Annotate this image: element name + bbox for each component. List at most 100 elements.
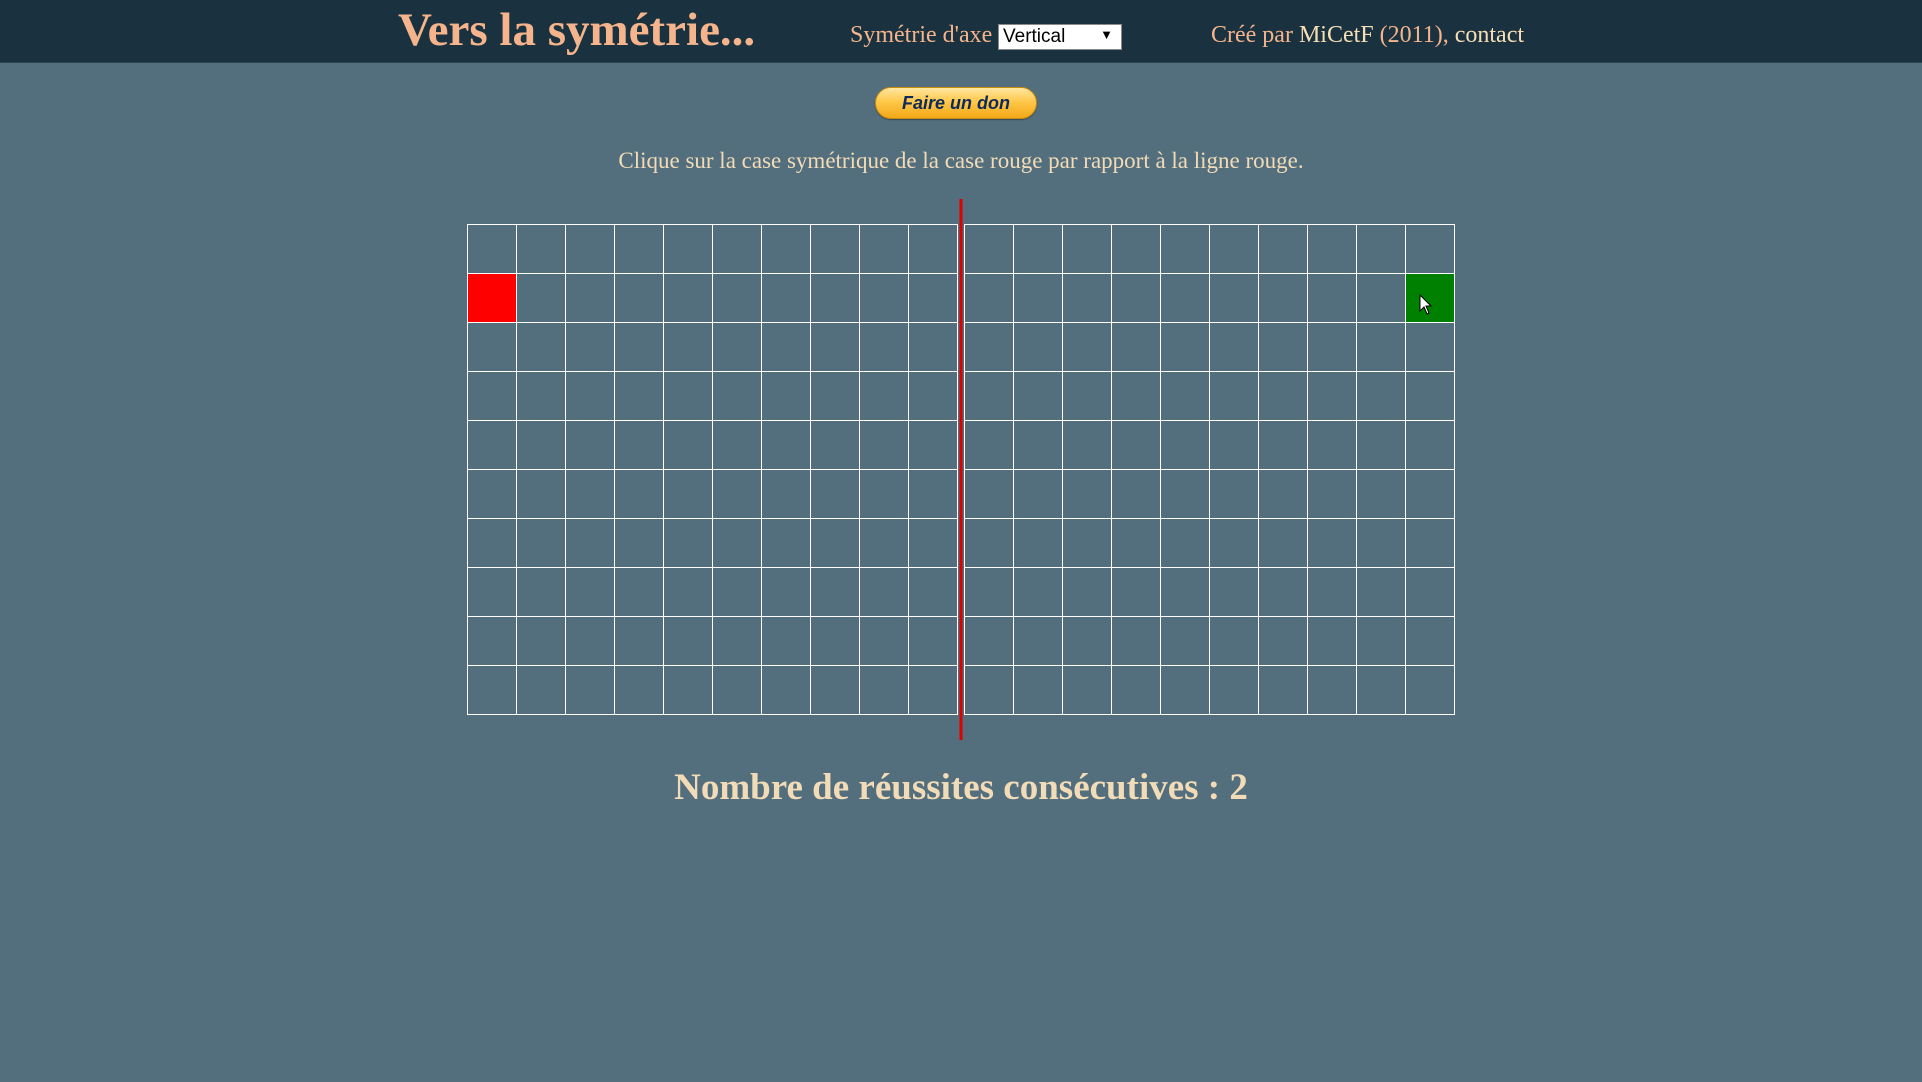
grid-cell[interactable] [908, 420, 958, 470]
grid-cell[interactable] [516, 616, 566, 666]
grid-cell[interactable] [565, 665, 615, 715]
grid-cell[interactable] [908, 224, 958, 274]
grid-cell[interactable] [964, 371, 1014, 421]
grid-cell[interactable] [1062, 322, 1112, 372]
grid-cell[interactable] [1111, 322, 1161, 372]
grid-cell[interactable] [1258, 518, 1308, 568]
grid-cell[interactable] [810, 616, 860, 666]
grid-cell[interactable] [467, 420, 517, 470]
grid-cell[interactable] [614, 420, 664, 470]
grid-cell[interactable] [1160, 469, 1210, 519]
grid-cell[interactable] [908, 273, 958, 323]
grid-cell[interactable] [1160, 616, 1210, 666]
grid-cell[interactable] [908, 322, 958, 372]
grid-cell[interactable] [1356, 469, 1406, 519]
grid-cell[interactable] [761, 567, 811, 617]
grid-cell[interactable] [1013, 224, 1063, 274]
grid-cell[interactable] [1405, 518, 1455, 568]
grid-cell[interactable] [810, 469, 860, 519]
grid-cell[interactable] [663, 420, 713, 470]
grid-cell[interactable] [614, 371, 664, 421]
grid-cell[interactable] [663, 665, 713, 715]
grid-cell[interactable] [1160, 224, 1210, 274]
grid-cell[interactable] [1013, 616, 1063, 666]
grid-cell[interactable] [810, 224, 860, 274]
grid-cell[interactable] [1160, 665, 1210, 715]
grid-cell[interactable] [859, 469, 909, 519]
grid-cell[interactable] [859, 616, 909, 666]
grid-cell[interactable] [1209, 665, 1259, 715]
grid-cell[interactable] [1013, 567, 1063, 617]
grid-cell[interactable] [467, 665, 517, 715]
grid-cell[interactable] [565, 567, 615, 617]
grid-cell[interactable] [1111, 224, 1161, 274]
grid-cell[interactable] [565, 616, 615, 666]
grid-cell[interactable] [908, 616, 958, 666]
grid-cell[interactable] [712, 567, 762, 617]
grid-cell[interactable] [1356, 273, 1406, 323]
grid-cell[interactable] [712, 371, 762, 421]
grid-cell[interactable] [1356, 371, 1406, 421]
grid-cell[interactable] [565, 273, 615, 323]
grid-cell[interactable] [565, 224, 615, 274]
grid-cell[interactable] [1356, 518, 1406, 568]
grid-cell[interactable] [859, 665, 909, 715]
grid-cell[interactable] [1013, 273, 1063, 323]
grid-cell[interactable] [1307, 665, 1357, 715]
grid-cell[interactable] [663, 371, 713, 421]
grid-cell[interactable] [1209, 567, 1259, 617]
grid-cell[interactable] [1111, 273, 1161, 323]
grid-cell[interactable] [1013, 420, 1063, 470]
grid-cell[interactable] [964, 518, 1014, 568]
grid-cell[interactable] [1307, 371, 1357, 421]
grid-cell[interactable] [1356, 322, 1406, 372]
grid-cell[interactable] [1209, 273, 1259, 323]
grid-cell[interactable] [761, 273, 811, 323]
grid-cell[interactable] [1258, 469, 1308, 519]
grid-cell[interactable] [516, 371, 566, 421]
grid-cell[interactable] [810, 567, 860, 617]
grid-cell[interactable] [1013, 322, 1063, 372]
grid-cell[interactable] [1258, 224, 1308, 274]
grid-cell[interactable] [663, 273, 713, 323]
grid-cell[interactable] [614, 518, 664, 568]
grid-cell[interactable] [1111, 371, 1161, 421]
grid-cell[interactable] [964, 616, 1014, 666]
grid-cell[interactable] [810, 665, 860, 715]
grid-cell[interactable] [1209, 371, 1259, 421]
grid-cell[interactable] [516, 322, 566, 372]
grid-cell[interactable] [761, 420, 811, 470]
grid-cell[interactable] [859, 322, 909, 372]
grid-cell[interactable] [761, 616, 811, 666]
grid-cell[interactable] [1356, 224, 1406, 274]
grid-cell[interactable] [614, 469, 664, 519]
grid-cell[interactable] [908, 469, 958, 519]
grid-cell[interactable] [1160, 567, 1210, 617]
grid-cell[interactable] [1356, 616, 1406, 666]
grid-cell[interactable] [712, 518, 762, 568]
grid-cell[interactable] [1013, 665, 1063, 715]
grid-cell[interactable] [1111, 665, 1161, 715]
grid-cell[interactable] [908, 518, 958, 568]
grid-cell[interactable] [1209, 469, 1259, 519]
grid-cell[interactable] [1111, 616, 1161, 666]
target-red-cell[interactable] [467, 273, 517, 323]
grid-cell[interactable] [565, 420, 615, 470]
answer-green-cell[interactable] [1405, 273, 1455, 323]
grid-cell[interactable] [859, 567, 909, 617]
grid-cell[interactable] [1062, 273, 1112, 323]
grid-cell[interactable] [964, 273, 1014, 323]
grid-cell[interactable] [964, 322, 1014, 372]
grid-cell[interactable] [1307, 616, 1357, 666]
grid-cell[interactable] [565, 371, 615, 421]
grid-cell[interactable] [1209, 224, 1259, 274]
grid-cell[interactable] [1013, 469, 1063, 519]
grid-cell[interactable] [1160, 518, 1210, 568]
grid-cell[interactable] [1111, 469, 1161, 519]
grid-cell[interactable] [614, 273, 664, 323]
grid-cell[interactable] [565, 322, 615, 372]
grid-cell[interactable] [1013, 371, 1063, 421]
grid-cell[interactable] [1307, 420, 1357, 470]
grid-cell[interactable] [859, 224, 909, 274]
grid-cell[interactable] [1405, 322, 1455, 372]
